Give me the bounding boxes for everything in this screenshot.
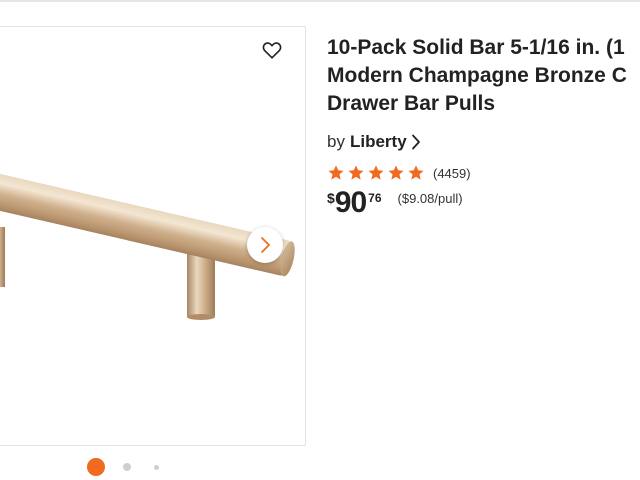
product-title-line-3: Drawer Bar Pulls: [327, 92, 496, 115]
unit-price: ($9.08/pull): [397, 191, 463, 206]
product-title: 10-Pack Solid Bar 5-1/16 in. (1 Modern C…: [327, 34, 640, 118]
product-page: 10-Pack Solid Bar 5-1/16 in. (1 Modern C…: [0, 0, 640, 480]
price-dollars: 90: [334, 186, 367, 219]
price-currency: $: [327, 190, 335, 206]
chevron-right-icon: [261, 237, 270, 253]
star-rating: [327, 164, 427, 182]
product-title-line-1: 10-Pack Solid Bar 5-1/16 in. (1: [327, 36, 625, 59]
product-image-card[interactable]: [0, 26, 306, 446]
top-divider: [0, 0, 640, 2]
star-icon: [388, 165, 404, 180]
star-icon: [328, 165, 344, 180]
carousel-dot-3[interactable]: [154, 465, 159, 470]
star-icon: [408, 165, 424, 180]
next-image-button[interactable]: [247, 227, 283, 263]
carousel-dot-2[interactable]: [123, 463, 131, 471]
brand-name: Liberty: [349, 132, 407, 151]
brand-row: by Liberty: [327, 130, 421, 154]
review-count[interactable]: (4459): [433, 166, 471, 181]
brand-prefix: by: [327, 132, 345, 151]
price-row: $ 90 76 ($9.08/pull): [327, 186, 463, 220]
product-title-line-2: Modern Champagne Bronze C: [327, 64, 627, 87]
price-cents: 76: [368, 191, 382, 205]
star-icon: [368, 165, 384, 180]
carousel-dot-1[interactable]: [87, 458, 105, 476]
rating-row[interactable]: (4459): [327, 163, 471, 183]
chevron-right-icon: [411, 134, 421, 150]
heart-outline-icon: [262, 42, 282, 59]
brand-link[interactable]: Liberty: [350, 132, 421, 152]
favorite-button[interactable]: [259, 37, 285, 63]
carousel-dots: [86, 457, 166, 477]
star-icon: [348, 165, 364, 180]
